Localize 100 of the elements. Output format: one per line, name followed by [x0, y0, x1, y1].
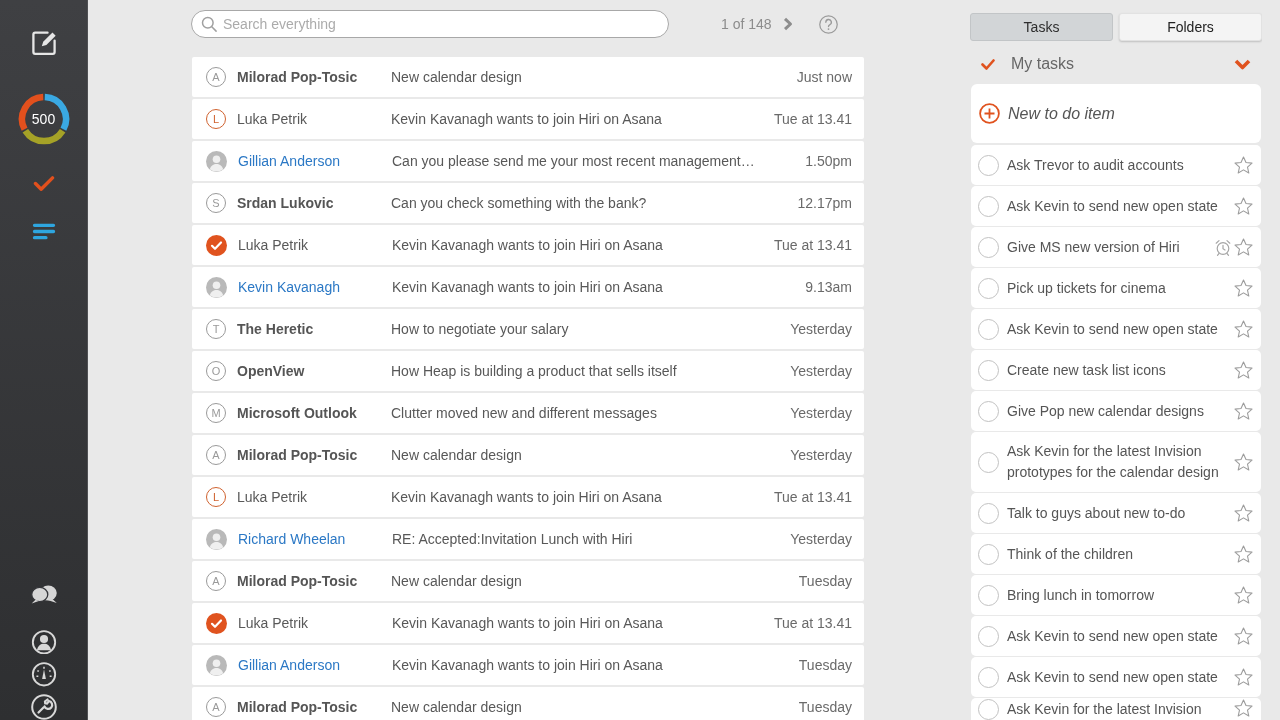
task-checkbox[interactable] — [978, 584, 999, 606]
help-icon[interactable] — [818, 14, 838, 34]
new-todo-field[interactable]: New to do item — [971, 84, 1261, 143]
email-row[interactable]: Gillian Anderson Can you please send me your most recent management… 1.50pm — [192, 141, 864, 181]
email-row[interactable]: A Milorad Pop-Tosic New calendar design Yesterday — [192, 435, 864, 475]
task-checkbox[interactable] — [978, 666, 999, 688]
tab[interactable]: Folders — [1119, 13, 1262, 41]
email-row[interactable]: S Srdan Lukovic Can you check something with the bank? 12.17pm — [192, 183, 864, 223]
sender-name: Gillian Anderson — [238, 655, 341, 675]
task-checkbox[interactable] — [978, 543, 999, 565]
email-row[interactable]: A Milorad Pop-Tosic New calendar design Tuesday — [192, 561, 864, 601]
task-text: Create new task list icons — [1007, 360, 1167, 380]
chevron-right-icon[interactable] — [782, 17, 793, 31]
email-row[interactable]: T The Heretic How to negotiate your salary Yesterday — [192, 309, 864, 349]
task-checkbox[interactable] — [978, 195, 999, 217]
chat-bubbles-icon[interactable] — [29, 584, 58, 604]
email-row[interactable]: O OpenView How Heap is building a product that sells itself Yesterday — [192, 351, 864, 391]
task-checkbox[interactable] — [978, 699, 999, 720]
gauge-icon[interactable] — [30, 662, 57, 687]
email-row[interactable]: Gillian Anderson Kevin Kavanagh wants to join Hiri on Asana Tuesday — [192, 645, 864, 685]
email-row[interactable]: A Milorad Pop-Tosic New calendar design Just now — [192, 57, 864, 97]
subject-text: Can you check something with the bank? — [391, 193, 648, 213]
task-checkbox[interactable] — [978, 277, 999, 299]
task-item[interactable]: Ask Kevin to send new open state — [971, 186, 1261, 226]
star-icon[interactable] — [1234, 504, 1253, 522]
task-item[interactable]: Pick up tickets for cinema — [971, 268, 1261, 308]
task-checkbox[interactable] — [978, 359, 999, 381]
sender-name: Milorad Pop-Tosic — [237, 445, 359, 465]
sender-name: Luka Petrik — [238, 235, 310, 255]
task-item[interactable]: Think of the children — [971, 534, 1261, 574]
email-row[interactable]: Luka Petrik Kevin Kavanagh wants to join Hiri on Asana Tue at 13.41 — [192, 603, 864, 643]
email-row[interactable]: L Luka Petrik Kevin Kavanagh wants to join Hiri on Asana Tue at 13.41 — [192, 477, 864, 517]
checkmark-circle-icon[interactable] — [206, 234, 227, 256]
star-icon[interactable] — [1234, 668, 1253, 686]
time-text: Tue at 13.41 — [773, 613, 852, 633]
task-item[interactable]: Ask Kevin for the latest Invision prototypes for the calendar design — [971, 432, 1261, 492]
star-icon[interactable] — [1234, 545, 1253, 563]
email-row[interactable]: Kevin Kavanagh Kevin Kavanagh wants to join Hiri on Asana 9.13am — [192, 267, 864, 307]
task-checkbox[interactable] — [978, 400, 999, 422]
task-checkbox[interactable] — [978, 502, 999, 524]
email-row[interactable]: M Microsoft Outlook Clutter moved new and different messages Yesterday — [192, 393, 864, 433]
tab[interactable]: Tasks — [970, 13, 1113, 41]
sender-name: Gillian Anderson — [238, 151, 341, 171]
star-icon[interactable] — [1234, 320, 1253, 338]
star-icon[interactable] — [1234, 453, 1253, 471]
search-field[interactable]: Search everything — [191, 10, 669, 38]
star-icon[interactable] — [1234, 699, 1253, 717]
task-checkbox[interactable] — [978, 625, 999, 647]
task-item[interactable]: Give MS new version of Hiri — [971, 227, 1261, 267]
wrench-icon[interactable] — [30, 694, 57, 720]
task-item[interactable]: Bring lunch in tomorrow — [971, 575, 1261, 615]
user-profile-icon[interactable] — [30, 629, 57, 655]
star-icon[interactable] — [1234, 238, 1253, 256]
progress-ring-icon[interactable] — [17, 92, 70, 145]
time-text: 9.13am — [805, 277, 852, 297]
email-row[interactable]: A Milorad Pop-Tosic New calendar design Tuesday — [192, 687, 864, 720]
subject-text: Kevin Kavanagh wants to join Hiri on Asana — [391, 487, 663, 507]
time-text: Tuesday — [798, 571, 852, 591]
star-icon[interactable] — [1234, 361, 1253, 379]
subject-text: New calendar design — [391, 571, 523, 591]
list-icon[interactable] — [31, 222, 56, 240]
alarm-clock-icon[interactable] — [1215, 238, 1231, 256]
task-item[interactable]: Ask Kevin to send new open state — [971, 657, 1261, 697]
star-icon[interactable] — [1234, 197, 1253, 215]
time-text: Yesterday — [790, 529, 852, 549]
checkmark-circle-icon[interactable] — [206, 612, 227, 634]
email-row[interactable]: L Luka Petrik Kevin Kavanagh wants to join Hiri on Asana Tue at 13.41 — [192, 99, 864, 139]
time-text: Tuesday — [798, 655, 852, 675]
subject-text: Kevin Kavanagh wants to join Hiri on Asana — [391, 109, 663, 129]
task-checkbox[interactable] — [978, 451, 999, 473]
compose-icon[interactable] — [29, 30, 58, 57]
task-item[interactable]: Ask Trevor to audit accounts — [971, 145, 1261, 185]
task-text: Give Pop new calendar designs — [1007, 401, 1205, 421]
task-checkbox[interactable] — [978, 236, 999, 258]
task-text: Ask Kevin for the latest Invision prototypes for the calendar design — [1007, 442, 1220, 482]
task-item[interactable]: Ask Kevin to send new open state — [971, 309, 1261, 349]
star-icon[interactable] — [1234, 586, 1253, 604]
task-item[interactable]: Talk to guys about new to-do — [971, 493, 1261, 533]
email-row[interactable]: Richard Wheelan RE: Accepted:Invitation Lunch with Hiri Yesterday — [192, 519, 864, 559]
star-icon[interactable] — [1234, 279, 1253, 297]
task-item[interactable]: Ask Kevin to send new open state — [971, 616, 1261, 656]
task-item[interactable]: Ask Kevin for the latest Invision — [971, 698, 1261, 720]
time-text: Just now — [796, 67, 852, 87]
task-item[interactable]: Create new task list icons — [971, 350, 1261, 390]
time-text: Yesterday — [790, 445, 852, 465]
task-checkbox[interactable] — [978, 318, 999, 340]
task-checkbox[interactable] — [978, 154, 999, 176]
list-title: My tasks — [1011, 54, 1075, 74]
task-text: Pick up tickets for cinema — [1007, 278, 1167, 298]
star-icon[interactable] — [1234, 156, 1253, 174]
star-icon[interactable] — [1234, 402, 1253, 420]
sender-name: Microsoft Outlook — [237, 403, 358, 423]
checkmark-icon[interactable] — [32, 175, 55, 191]
star-icon[interactable] — [1234, 627, 1253, 645]
chevron-down-icon[interactable] — [1234, 58, 1251, 70]
add-icon[interactable] — [979, 103, 1000, 124]
subject-text: Can you please send me your most recent management… — [392, 151, 756, 171]
task-item[interactable]: Give Pop new calendar designs — [971, 391, 1261, 431]
subject-text: New calendar design — [391, 697, 523, 717]
email-row[interactable]: Luka Petrik Kevin Kavanagh wants to join Hiri on Asana Tue at 13.41 — [192, 225, 864, 265]
